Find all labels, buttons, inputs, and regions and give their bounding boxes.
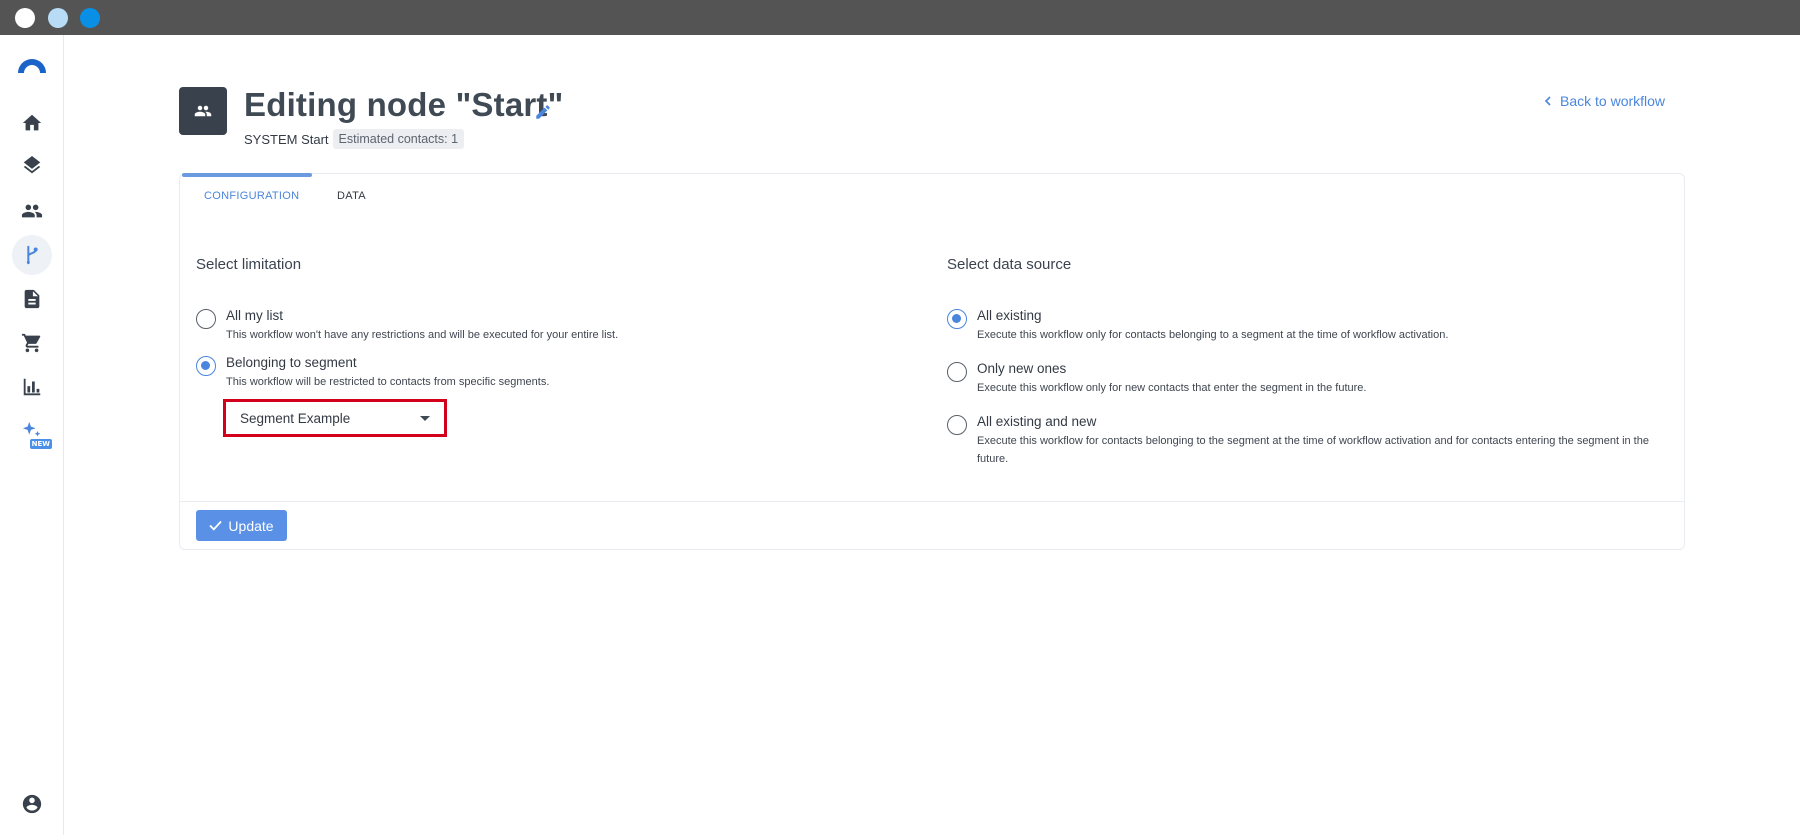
window-close-button[interactable] (15, 8, 35, 28)
tab-data[interactable]: DATA (337, 190, 366, 202)
radio-all-my-list[interactable]: All my list This workflow won't have any… (196, 307, 618, 344)
sidebar-item-documents[interactable] (12, 279, 52, 319)
pencil-icon[interactable] (534, 103, 552, 121)
sidebar-item-workflows[interactable] (12, 235, 52, 275)
people-icon (21, 204, 43, 218)
data-source-title: Select data source (947, 256, 1072, 273)
radio-all-existing[interactable]: All existing Execute this workflow only … (947, 307, 1448, 344)
radio-description: This workflow will be restricted to cont… (226, 376, 550, 388)
chevron-left-icon (1544, 96, 1551, 106)
people-icon (194, 105, 212, 117)
radio-label: All existing (977, 308, 1042, 323)
radio-label: Only new ones (977, 361, 1067, 376)
page-title: Editing node "Start" (244, 86, 564, 123)
radio-description: Execute this workflow only for new conta… (977, 382, 1367, 394)
sidebar-item-contacts[interactable] (12, 191, 52, 231)
radio-button[interactable] (947, 362, 967, 382)
sidebar-item-account[interactable] (12, 784, 52, 824)
radio-button[interactable] (947, 309, 967, 329)
estimated-contacts-badge: Estimated contacts: 1 (332, 129, 465, 149)
check-icon (209, 520, 223, 531)
sidebar-item-reports[interactable] (12, 367, 52, 407)
config-card: CONFIGURATION DATA Select limitation All… (179, 173, 1685, 550)
update-button[interactable]: Update (196, 510, 287, 541)
window-minimize-button[interactable] (48, 8, 68, 28)
layers-icon (23, 156, 41, 174)
radio-label: All existing and new (977, 414, 1097, 429)
sidebar: NEW (0, 35, 64, 835)
window-titlebar (0, 0, 1800, 35)
radio-button[interactable] (196, 356, 216, 376)
cart-icon (21, 333, 41, 353)
radio-description: Execute this workflow for contacts belon… (977, 435, 1649, 465)
radio-button[interactable] (196, 309, 216, 329)
document-icon (24, 289, 40, 309)
segment-select[interactable]: Segment Example (223, 399, 447, 437)
sidebar-item-ai[interactable]: NEW (12, 411, 52, 451)
radio-only-new-ones[interactable]: Only new ones Execute this workflow only… (947, 360, 1366, 397)
back-to-workflow-link[interactable]: Back to workflow (1544, 93, 1665, 109)
new-badge: NEW (29, 439, 52, 449)
limitation-title: Select limitation (196, 256, 302, 273)
sidebar-item-layers[interactable] (12, 147, 52, 187)
node-type: SYSTEM Start (244, 131, 329, 147)
bar-chart-icon (23, 378, 41, 396)
update-button-label: Update (228, 517, 274, 534)
branch-icon (26, 245, 38, 265)
node-subtitle: SYSTEM Start Estimated contacts: 1 (244, 129, 465, 149)
radio-description: This workflow won't have any restriction… (226, 329, 619, 341)
radio-button[interactable] (947, 415, 967, 435)
caret-down-icon (420, 415, 430, 421)
tab-configuration[interactable]: CONFIGURATION (204, 190, 299, 202)
radio-belonging-to-segment[interactable]: Belonging to segment This workflow will … (196, 354, 549, 391)
radio-description: Execute this workflow only for contacts … (977, 329, 1449, 341)
segment-select-value: Segment Example (240, 410, 351, 426)
sidebar-item-ecommerce[interactable] (12, 323, 52, 363)
account-icon (22, 794, 42, 814)
back-link-label: Back to workflow (1560, 93, 1666, 109)
node-avatar (179, 87, 227, 135)
radio-label: Belonging to segment (226, 355, 357, 370)
home-icon (22, 114, 42, 131)
radio-label: All my list (226, 308, 283, 323)
window-maximize-button[interactable] (80, 8, 100, 28)
app-logo-icon[interactable] (16, 53, 48, 75)
card-footer: Update (180, 501, 1684, 550)
sidebar-item-home[interactable] (12, 103, 52, 143)
radio-all-existing-and-new[interactable]: All existing and new Execute this workfl… (947, 413, 1667, 468)
active-tab-indicator (182, 173, 312, 177)
